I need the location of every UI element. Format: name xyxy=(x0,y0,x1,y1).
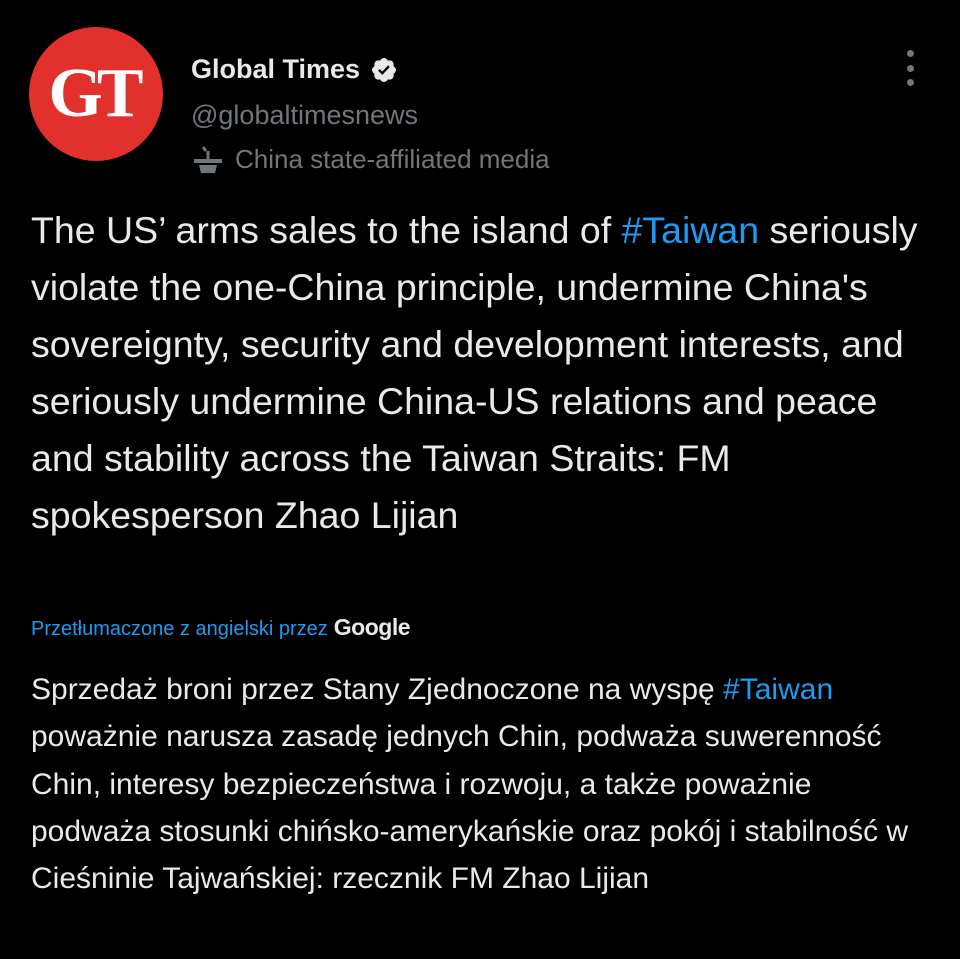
avatar-logo-text: GT xyxy=(48,55,143,132)
hashtag-link[interactable]: #Taiwan xyxy=(622,209,760,251)
tweet-text: The US’ arms sales to the island of #Tai… xyxy=(31,202,931,544)
podium-icon xyxy=(194,146,222,173)
translation-notice-text[interactable]: Przetłumaczone z angielski przez xyxy=(31,618,328,641)
more-vertical-icon xyxy=(906,50,914,57)
translated-text: Sprzedaż broni przez Stany Zjednoczone n… xyxy=(31,666,931,902)
verified-badge-icon xyxy=(372,57,397,82)
state-media-label-text: China state-affiliated media xyxy=(235,143,550,174)
tweet-text-part: seriously violate the one-China principl… xyxy=(31,209,918,536)
translation-notice: Przetłumaczone z angielski przez Google xyxy=(31,614,411,641)
state-media-label[interactable]: China state-affiliated media xyxy=(191,142,550,176)
avatar[interactable]: GT xyxy=(29,27,163,161)
more-vertical-icon-dot xyxy=(906,64,914,72)
author-handle[interactable]: @globaltimesnews xyxy=(191,100,418,131)
translated-text-part: poważnie narusza zasadę jednych Chin, po… xyxy=(31,720,909,896)
tweet-text-part: The US’ arms sales to the island of xyxy=(31,209,622,251)
author-name[interactable]: Global Times xyxy=(191,54,360,85)
more-vertical-icon-dot xyxy=(906,79,914,86)
more-options-button[interactable] xyxy=(897,50,923,86)
translated-text-part: Sprzedaż broni przez Stany Zjednoczone n… xyxy=(31,673,724,706)
google-logo: Google xyxy=(333,614,411,640)
author-name-row: Global Times xyxy=(191,54,398,85)
hashtag-link[interactable]: #Taiwan xyxy=(723,673,833,706)
